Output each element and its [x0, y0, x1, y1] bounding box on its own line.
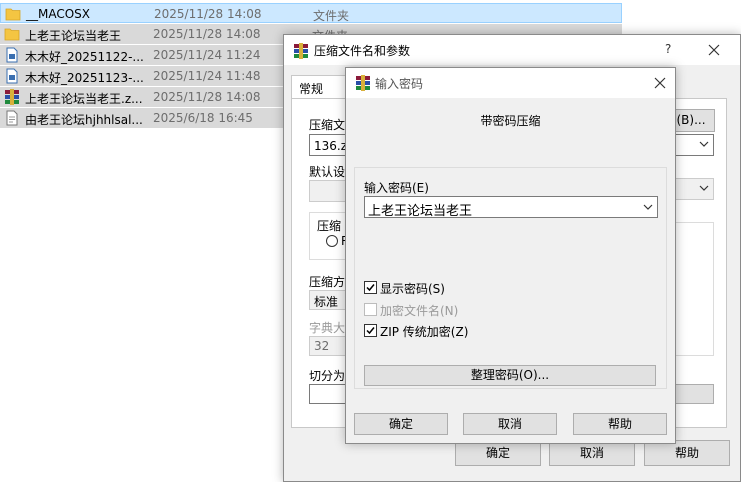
password-dialog-title: 输入密码	[375, 77, 424, 91]
dict-value: 32	[314, 339, 330, 353]
password-heading: 带密码压缩	[480, 114, 541, 128]
file-date: 2025/11/24 11:24	[153, 48, 261, 62]
checkmark-icon	[366, 284, 375, 292]
zip-legacy-label: ZIP 传统加密(Z)	[380, 325, 469, 339]
winrar-archive-icon	[4, 89, 20, 105]
dict-label: 字典大	[309, 321, 346, 335]
split-label: 切分为	[309, 369, 346, 383]
zip-legacy-checkbox[interactable]	[364, 324, 377, 337]
document-icon	[4, 68, 20, 84]
folder-icon	[5, 6, 21, 22]
show-password-label: 显示密码(S)	[380, 282, 445, 296]
checkmark-icon	[366, 327, 375, 335]
password-input[interactable]: 上老王论坛当老王	[364, 196, 658, 219]
method-value: 标准	[314, 295, 339, 309]
folder-icon	[4, 26, 20, 42]
document-icon	[4, 47, 20, 63]
chevron-down-icon	[699, 141, 709, 147]
file-name: 上老王论坛当老王	[25, 29, 122, 43]
password-label: 输入密码(E)	[364, 181, 429, 195]
password-cancel-label: 取消	[497, 417, 522, 431]
encrypt-filenames-checkbox[interactable]	[364, 303, 377, 316]
tab-general[interactable]: 常规	[291, 75, 347, 99]
format-group-label: 压缩	[317, 219, 342, 233]
file-date: 2025/11/28 14:08	[154, 7, 262, 21]
chevron-down-icon	[643, 204, 653, 210]
format-radio[interactable]	[326, 235, 338, 247]
password-dialog-titlebar[interactable]: 输入密码	[346, 68, 675, 98]
file-name: 木木好_20251122-...	[25, 50, 144, 64]
password-ok-label: 确定	[388, 417, 413, 431]
file-date: 2025/11/28 14:08	[153, 27, 261, 41]
file-name: 上老王论坛当老王.z...	[25, 92, 143, 106]
password-help-label: 帮助	[607, 417, 632, 431]
method-label: 压缩方	[309, 275, 346, 289]
show-password-checkbox[interactable]	[364, 281, 377, 294]
tab-general-label: 常规	[299, 82, 324, 96]
password-ok-button[interactable]: 确定	[354, 413, 448, 435]
organize-passwords-button[interactable]: 整理密码(O)...	[364, 365, 656, 386]
winrar-logo-icon	[356, 75, 370, 91]
password-value: 上老王论坛当老王	[368, 204, 473, 219]
help-icon[interactable]: ?	[665, 42, 671, 56]
file-date: 2025/11/28 14:08	[153, 90, 261, 104]
default-profile-label: 默认设	[309, 165, 346, 179]
close-icon[interactable]	[654, 77, 666, 89]
file-type: 文件夹	[313, 9, 350, 23]
archive-help-label: 帮助	[674, 446, 699, 460]
archive-ok-label: 确定	[485, 446, 510, 460]
password-help-button[interactable]: 帮助	[573, 413, 667, 435]
archive-dialog-title: 压缩文件名和参数	[314, 44, 411, 58]
password-cancel-button[interactable]: 取消	[463, 413, 557, 435]
archive-dialog-titlebar[interactable]: 压缩文件名和参数 ?	[284, 35, 740, 65]
archive-cancel-label: 取消	[579, 446, 604, 460]
close-icon[interactable]	[708, 44, 720, 56]
password-dialog: 输入密码 带密码压缩 输入密码(E) 上老王论坛当老王 显示密码(S) 加密文件…	[345, 67, 676, 444]
file-name: 由老王论坛hjhhlsal...	[25, 113, 143, 127]
encrypt-filenames-label: 加密文件名(N)	[380, 304, 459, 318]
archive-name-label: 压缩文	[309, 118, 346, 132]
file-name: 木木好_20251123-...	[25, 71, 144, 85]
chevron-down-icon	[699, 185, 709, 191]
text-file-icon	[4, 110, 20, 126]
file-date: 2025/11/24 11:48	[153, 69, 261, 83]
file-name: __MACOSX	[26, 7, 91, 21]
file-row[interactable]: __MACOSX 2025/11/28 14:08 文件夹	[0, 3, 622, 23]
browse-button-label: (B)...	[676, 113, 706, 127]
winrar-logo-icon	[294, 43, 308, 59]
file-date: 2025/6/18 16:45	[153, 111, 253, 125]
organize-passwords-label: 整理密码(O)...	[470, 368, 550, 382]
